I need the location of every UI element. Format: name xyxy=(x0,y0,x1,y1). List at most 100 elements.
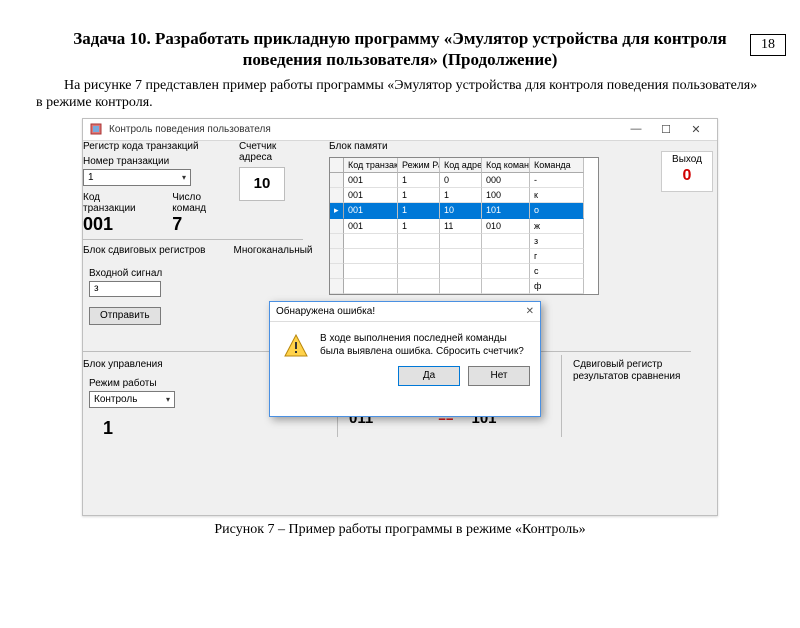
table-cell[interactable]: с xyxy=(530,264,584,279)
table-cell[interactable]: 1 xyxy=(398,219,440,234)
transaction-number-value: 1 xyxy=(88,172,94,183)
transaction-number-select[interactable]: 1 ▾ xyxy=(83,169,191,186)
table-row[interactable]: г xyxy=(330,249,598,264)
table-cell[interactable] xyxy=(440,234,482,249)
warning-icon xyxy=(282,332,310,360)
transaction-code-value: 001 xyxy=(83,214,150,235)
error-dialog: Обнаружена ошибка! ✕ В ходе выполнения п… xyxy=(269,301,541,417)
table-cell[interactable] xyxy=(482,264,530,279)
row-header xyxy=(330,249,344,264)
row-header xyxy=(330,264,344,279)
col-address-code[interactable]: Код адреса xyxy=(440,158,482,173)
table-cell[interactable]: 0 xyxy=(440,173,482,188)
app-icon xyxy=(89,122,103,136)
table-cell[interactable] xyxy=(398,249,440,264)
mode-label: Режим работы xyxy=(89,378,233,389)
table-cell[interactable]: 001 xyxy=(344,188,398,203)
table-cell[interactable]: к xyxy=(530,188,584,203)
table-cell[interactable] xyxy=(398,234,440,249)
table-cell[interactable] xyxy=(398,279,440,294)
dialog-close-button[interactable]: ✕ xyxy=(526,306,534,317)
table-cell[interactable]: 001 xyxy=(344,173,398,188)
close-button[interactable]: ✕ xyxy=(681,123,711,136)
table-row[interactable]: 00110000- xyxy=(330,173,598,188)
table-cell[interactable]: 001 xyxy=(344,219,398,234)
dialog-title: Обнаружена ошибка! xyxy=(276,306,375,317)
control-block-group: Блок управления xyxy=(83,359,233,370)
table-cell[interactable]: 1 xyxy=(398,173,440,188)
table-cell[interactable]: 1 xyxy=(398,203,440,219)
table-cell[interactable] xyxy=(344,264,398,279)
mode-value: Контроль xyxy=(94,394,137,405)
table-cell[interactable] xyxy=(344,249,398,264)
table-row[interactable]: с xyxy=(330,264,598,279)
table-cell[interactable]: ж xyxy=(530,219,584,234)
dialog-no-button[interactable]: Нет xyxy=(468,366,530,386)
transaction-register-group: Регистр кода транзакций xyxy=(83,141,233,152)
table-row[interactable]: ф xyxy=(330,279,598,294)
row-header xyxy=(330,234,344,249)
send-button[interactable]: Отправить xyxy=(89,307,161,325)
control-step-value: 1 xyxy=(103,418,233,439)
table-cell[interactable] xyxy=(344,279,398,294)
exit-box: Выход 0 xyxy=(661,151,713,192)
table-corner xyxy=(330,158,344,173)
input-signal-value: з xyxy=(94,283,99,294)
memory-block-group: Блок памяти xyxy=(329,141,388,152)
table-cell[interactable]: 10 xyxy=(440,203,482,219)
command-count-label: Число команд xyxy=(172,192,233,214)
table-cell[interactable]: з xyxy=(530,234,584,249)
table-row[interactable]: з xyxy=(330,234,598,249)
doc-title: Задача 10. Разработать прикладную програ… xyxy=(36,28,764,71)
col-command[interactable]: Команда xyxy=(530,158,584,173)
row-header: ▸ xyxy=(330,203,344,219)
table-cell[interactable] xyxy=(440,279,482,294)
shift-registers-group: Блок сдвиговых регистров xyxy=(83,245,206,256)
chevron-down-icon: ▾ xyxy=(166,395,170,404)
table-cell[interactable]: 1 xyxy=(440,188,482,203)
mode-select[interactable]: Контроль ▾ xyxy=(89,391,175,408)
table-cell[interactable] xyxy=(344,234,398,249)
table-cell[interactable] xyxy=(440,264,482,279)
address-counter-label: Счетчик адреса xyxy=(239,141,289,163)
table-cell[interactable] xyxy=(482,279,530,294)
table-cell[interactable]: 11 xyxy=(440,219,482,234)
table-cell[interactable]: о xyxy=(530,203,584,219)
table-cell[interactable] xyxy=(398,264,440,279)
table-cell[interactable]: 001 xyxy=(344,203,398,219)
row-header xyxy=(330,279,344,294)
table-row[interactable]: 001111010ж xyxy=(330,219,598,234)
table-cell[interactable] xyxy=(482,249,530,264)
figure-caption: Рисунок 7 – Пример работы программы в ре… xyxy=(36,522,764,538)
table-cell[interactable]: 1 xyxy=(398,188,440,203)
input-signal-field[interactable]: з xyxy=(89,281,161,297)
maximize-button[interactable]: ☐ xyxy=(651,123,681,136)
table-row[interactable]: 00111100к xyxy=(330,188,598,203)
col-transaction-code[interactable]: Код транзакции xyxy=(344,158,398,173)
doc-paragraph: На рисунке 7 представлен пример работы п… xyxy=(36,77,764,112)
table-cell[interactable]: 101 xyxy=(482,203,530,219)
address-counter-value: 10 xyxy=(239,167,285,201)
memory-table[interactable]: Код транзакции Режим Работы Код адреса К… xyxy=(329,157,599,295)
dialog-text: В ходе выполнения последней команды была… xyxy=(320,332,528,360)
table-cell[interactable]: 010 xyxy=(482,219,530,234)
dialog-yes-button[interactable]: Да xyxy=(398,366,460,386)
table-cell[interactable]: - xyxy=(530,173,584,188)
window-title: Контроль поведения пользователя xyxy=(109,124,271,135)
row-header xyxy=(330,188,344,203)
table-cell[interactable]: ф xyxy=(530,279,584,294)
table-cell[interactable]: г xyxy=(530,249,584,264)
titlebar[interactable]: Контроль поведения пользователя — ☐ ✕ xyxy=(83,119,717,141)
transaction-number-label: Номер транзакции xyxy=(83,156,233,167)
col-command-code[interactable]: Код команды xyxy=(482,158,530,173)
table-cell[interactable]: 000 xyxy=(482,173,530,188)
table-cell[interactable]: 100 xyxy=(482,188,530,203)
table-row[interactable]: ▸001110101о xyxy=(330,203,598,219)
minimize-button[interactable]: — xyxy=(621,123,651,135)
table-cell[interactable] xyxy=(482,234,530,249)
row-header xyxy=(330,219,344,234)
col-mode[interactable]: Режим Работы xyxy=(398,158,440,173)
chevron-down-icon: ▾ xyxy=(182,173,186,182)
table-cell[interactable] xyxy=(440,249,482,264)
row-header xyxy=(330,173,344,188)
